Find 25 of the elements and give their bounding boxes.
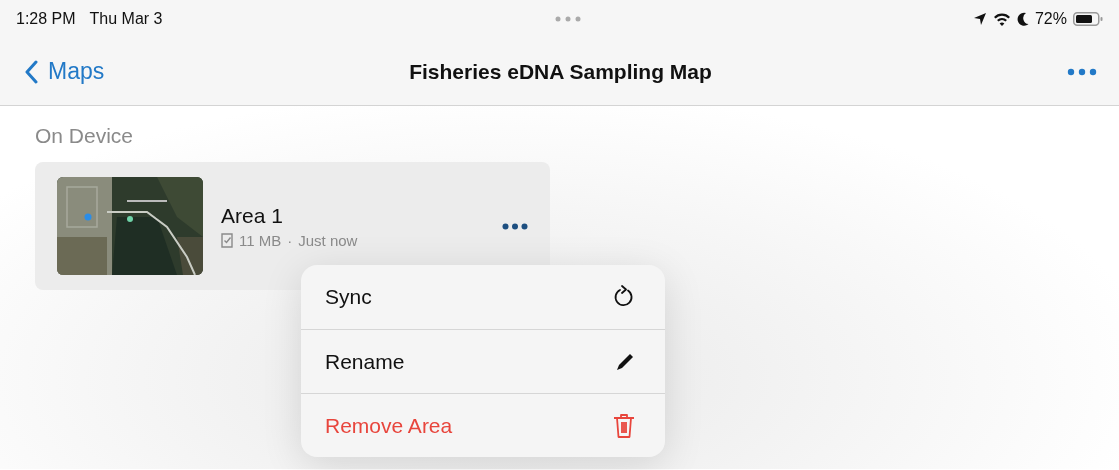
more-icon[interactable] — [1067, 67, 1097, 76]
more-icon[interactable] — [502, 222, 528, 230]
location-arrow-icon — [972, 12, 987, 26]
menu-item[interactable]: Remove Area — [301, 393, 665, 457]
sync-icon — [613, 285, 635, 309]
multitask-dots-icon[interactable] — [554, 16, 581, 22]
area-card[interactable]: Area 1 11 MB · Just now — [35, 162, 550, 290]
back-button[interactable]: Maps — [24, 58, 105, 85]
area-updated: Just now — [298, 231, 358, 249]
map-title: Fisheries eDNA Sampling Map — [409, 59, 712, 84]
separator-dot: · — [287, 231, 293, 249]
menu-item[interactable]: Rename — [301, 329, 665, 393]
wifi-icon — [992, 12, 1011, 26]
trash-icon — [613, 412, 635, 439]
moon-icon — [1016, 12, 1029, 26]
back-chevron-icon — [24, 59, 38, 84]
area-size: 11 MB — [239, 231, 282, 249]
area-name: Area 1 — [221, 203, 283, 228]
battery-icon — [1073, 12, 1103, 26]
section-header: On Device — [35, 123, 134, 149]
status-date: Thu Mar 3 — [89, 10, 163, 28]
pencil-icon — [615, 351, 635, 372]
battery-percent: 72% — [1034, 10, 1067, 28]
status-time: 1:28 PM — [16, 10, 76, 28]
checklist-icon — [221, 232, 233, 248]
